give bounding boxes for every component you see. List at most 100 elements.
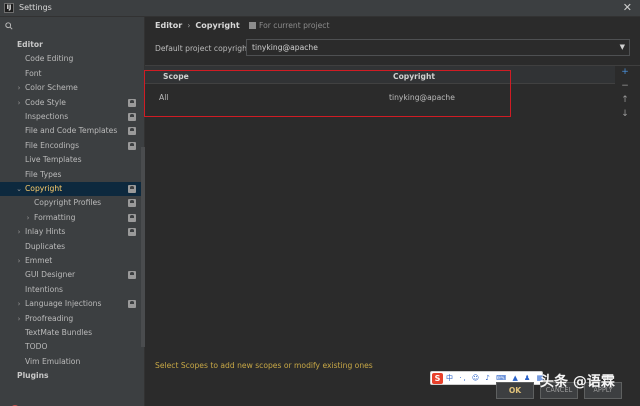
chevron-right-icon[interactable]: ›: [24, 211, 32, 225]
chevron-right-icon[interactable]: ›: [15, 81, 23, 95]
sidebar-item-label: Emmet: [25, 256, 53, 265]
project-level-icon: [128, 185, 136, 193]
sidebar-item-inspections[interactable]: Inspections: [0, 110, 145, 124]
project-level-icon: [128, 113, 136, 121]
scope-column-header[interactable]: Scope: [163, 72, 189, 81]
search-icon: [5, 22, 13, 30]
sidebar-item-font[interactable]: Font: [0, 67, 145, 81]
sidebar-item-copyright-profiles[interactable]: Copyright Profiles: [0, 196, 145, 210]
sidebar-item-code-style[interactable]: › Code Style: [0, 96, 145, 110]
move-up-icon[interactable]: ↑: [618, 94, 632, 106]
sidebar-item-file-types[interactable]: File Types: [0, 168, 145, 182]
sidebar-item-vim-emulation[interactable]: Vim Emulation: [0, 355, 145, 369]
breadcrumb-parent[interactable]: Editor: [155, 21, 182, 30]
sidebar-item-inlay-hints[interactable]: › Inlay Hints: [0, 225, 145, 239]
sidebar-item-label: Code Style: [25, 97, 66, 107]
sidebar-item-label: Plugins: [17, 371, 49, 381]
sidebar-item-language-injections[interactable]: › Language Injections: [0, 297, 145, 311]
sidebar-item-label: TextMate Bundles: [25, 328, 93, 337]
sidebar-item-formatting[interactable]: › Formatting: [0, 211, 145, 225]
sidebar-item-editor[interactable]: Editor: [0, 38, 145, 52]
close-icon[interactable]: ✕: [623, 1, 632, 14]
add-icon[interactable]: +: [618, 66, 632, 78]
project-level-icon: [128, 271, 136, 280]
dropdown-arrow-icon: ▼: [619, 43, 625, 51]
intellij-app-icon: IJ: [4, 3, 14, 13]
sidebar-item-plugins[interactable]: Plugins: [0, 369, 145, 383]
project-level-icon: [128, 199, 136, 208]
settings-sidebar: Editor Code Editing Font › Color Scheme › Code…: [0, 17, 145, 406]
move-down-icon[interactable]: ↓: [618, 108, 632, 120]
scopes-hint-text: Select Scopes to add new scopes or modif…: [155, 361, 373, 370]
sidebar-item-gui-designer[interactable]: GUI Designer: [0, 268, 145, 282]
sidebar-item-live-templates[interactable]: Live Templates: [0, 153, 145, 167]
table-header: Scope Copyright: [145, 66, 615, 84]
sidebar-item-label: Editor: [17, 40, 43, 49]
sidebar-item-label: Font: [25, 68, 42, 78]
copyright-cell[interactable]: tinyking@apache: [389, 93, 455, 102]
chevron-down-icon[interactable]: ⌄: [15, 182, 23, 196]
breadcrumb-separator: ›: [187, 21, 191, 30]
copyright-column-header[interactable]: Copyright: [393, 72, 435, 81]
sidebar-item-label: Live Templates: [25, 155, 82, 165]
chevron-right-icon[interactable]: ›: [15, 254, 23, 268]
sidebar-item-file-and-code-templates[interactable]: File and Code Templates: [0, 124, 145, 138]
sidebar-item-label: Vim Emulation: [25, 356, 81, 366]
project-icon: [249, 22, 256, 29]
table-row[interactable]: All tinyking@apache: [145, 91, 615, 105]
project-level-icon: [128, 228, 136, 237]
sidebar-item-label: TODO: [25, 342, 48, 352]
sidebar-item-label: Color Scheme: [25, 83, 78, 93]
project-level-icon: [128, 141, 136, 150]
sidebar-item-todo[interactable]: TODO: [0, 340, 145, 354]
sidebar-item-label: Formatting: [34, 212, 76, 222]
sidebar-item-label: Language Injections: [25, 299, 102, 309]
sidebar-item-label: File Encodings: [25, 140, 80, 150]
project-level-icon: [128, 213, 136, 222]
settings-search-input[interactable]: [2, 19, 142, 35]
scope-cell[interactable]: All: [159, 93, 168, 102]
sidebar-item-color-scheme[interactable]: › Color Scheme: [0, 81, 145, 95]
default-copyright-value: tinyking@apache: [252, 43, 318, 52]
chevron-right-icon[interactable]: ›: [15, 297, 23, 311]
default-copyright-label: Default project copyright:: [155, 44, 253, 53]
sidebar-item-label: Inlay Hints: [25, 227, 66, 237]
ok-button[interactable]: OK: [496, 382, 534, 399]
sidebar-item-label: Copyright Profiles: [34, 198, 102, 208]
table-toolbar: + − ↑ ↓: [618, 66, 632, 146]
sidebar-item-label: File Types: [25, 169, 62, 179]
window-title: Settings: [19, 3, 52, 12]
sidebar-item-label: Duplicates: [25, 241, 66, 251]
watermark-text: 头条 @语霖: [540, 374, 615, 390]
sidebar-item-label: File and Code Templates: [25, 126, 118, 136]
breadcrumb-current: Copyright: [195, 21, 240, 30]
sidebar-item-label: Code Editing: [25, 54, 74, 64]
breadcrumb: Editor › Copyright: [155, 21, 240, 30]
sidebar-item-label: Proofreading: [25, 313, 74, 323]
sidebar-item-label: Copyright: [25, 184, 63, 193]
default-copyright-dropdown[interactable]: tinyking@apache ▼: [246, 39, 630, 56]
sidebar-item-duplicates[interactable]: Duplicates: [0, 240, 145, 254]
sidebar-item-proofreading[interactable]: › Proofreading: [0, 312, 145, 326]
sidebar-item-copyright[interactable]: ⌄ Copyright: [0, 182, 145, 196]
sidebar-item-file-encodings[interactable]: File Encodings: [0, 139, 145, 153]
project-level-icon: [128, 300, 136, 309]
sidebar-item-emmet[interactable]: › Emmet: [0, 254, 145, 268]
sidebar-item-label: Intentions: [25, 284, 64, 294]
remove-icon[interactable]: −: [618, 80, 632, 92]
project-level-icon: [128, 127, 136, 136]
project-scope-label: For current project: [259, 21, 330, 30]
scope-copyright-table: Scope Copyright All tinyking@apache + − …: [144, 65, 640, 385]
sidebar-item-label: Inspections: [25, 112, 69, 121]
sidebar-item-label: GUI Designer: [25, 270, 76, 280]
chevron-right-icon[interactable]: ›: [15, 225, 23, 239]
chevron-right-icon[interactable]: ›: [15, 312, 23, 326]
sidebar-item-intentions[interactable]: Intentions: [0, 283, 145, 297]
copyright-settings-panel: Editor › Copyright For current project Def…: [144, 17, 640, 406]
sidebar-item-textmate-bundles[interactable]: TextMate Bundles: [0, 326, 145, 340]
project-level-icon: [128, 98, 136, 107]
sidebar-item-code-editing[interactable]: Code Editing: [0, 52, 145, 66]
title-bar: IJ Settings ✕: [0, 0, 640, 17]
project-scope-note: For current project: [249, 21, 329, 30]
chevron-right-icon[interactable]: ›: [15, 96, 23, 110]
